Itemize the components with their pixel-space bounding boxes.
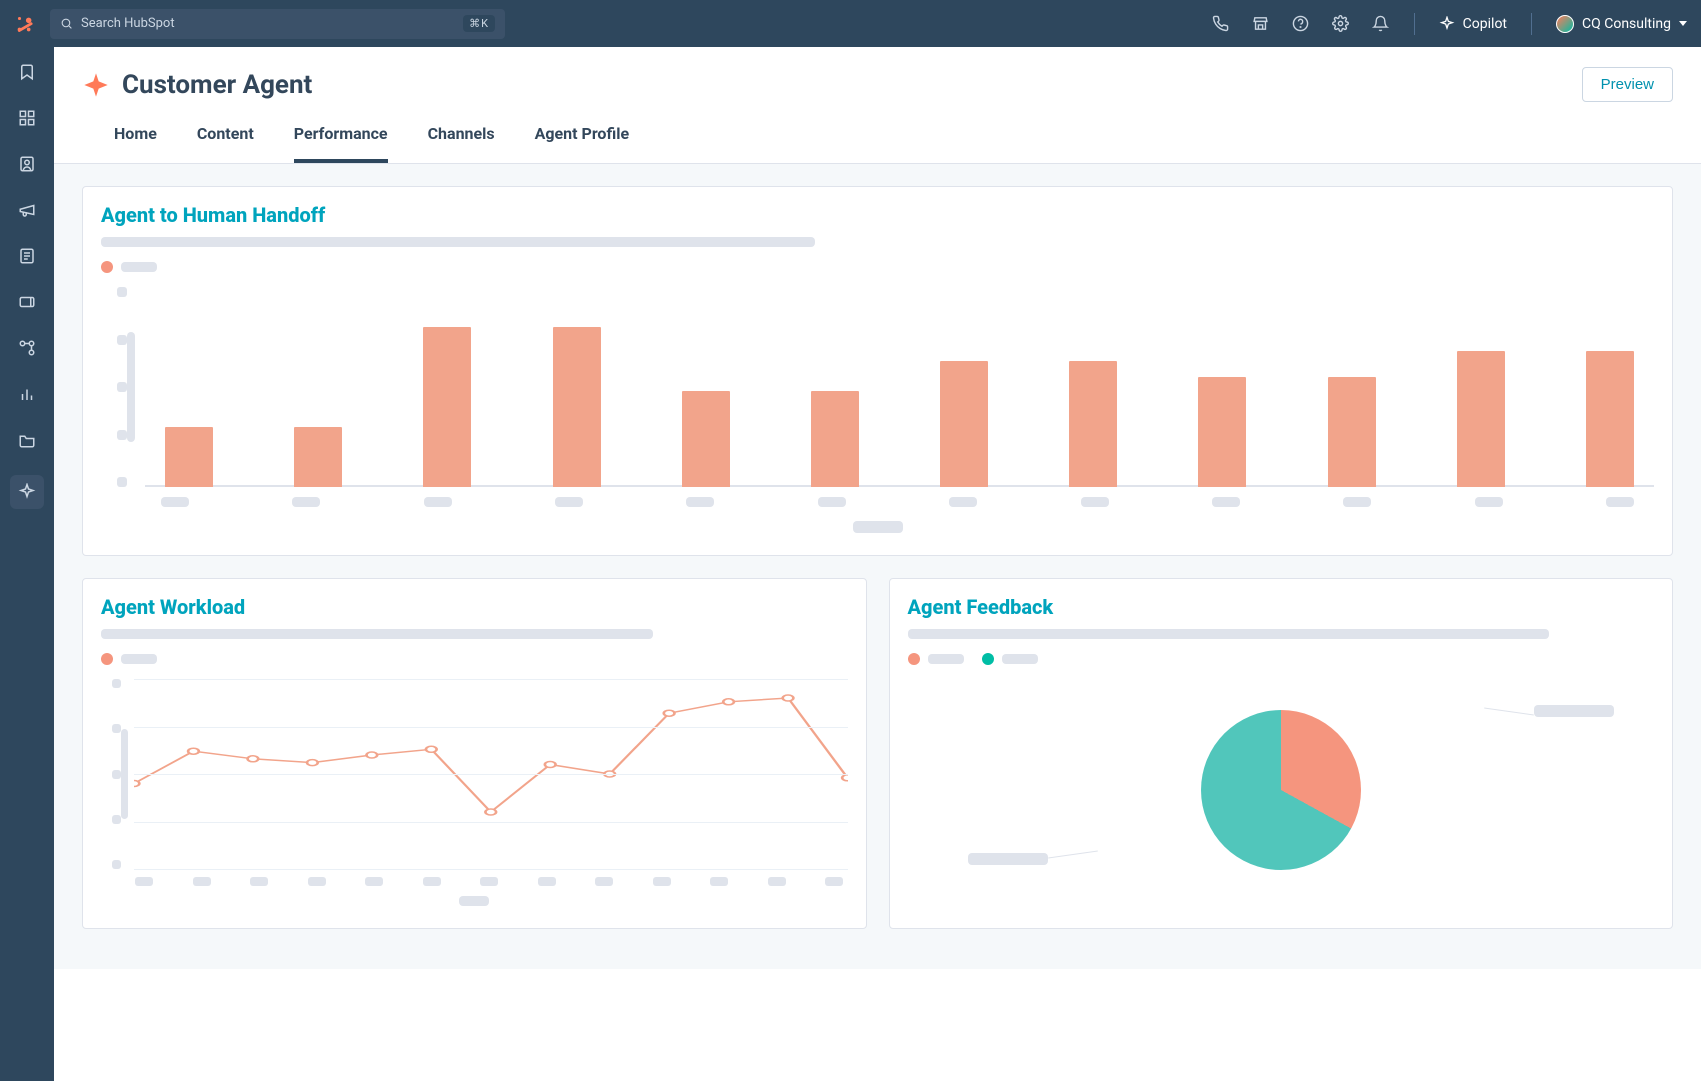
- skeleton-line: [101, 237, 815, 247]
- reports-icon[interactable]: [16, 383, 38, 405]
- bar: [553, 327, 601, 487]
- top-nav: Search HubSpot ⌘K Copilot CQ Consulting: [0, 0, 1701, 47]
- workflow-icon[interactable]: [16, 337, 38, 359]
- pie-chart: [1201, 710, 1361, 870]
- handoff-legend: [101, 261, 1654, 273]
- skeleton-chip: [121, 654, 157, 664]
- x-axis-label: [853, 521, 903, 533]
- page-title: Customer Agent: [122, 70, 312, 100]
- phone-icon[interactable]: [1212, 15, 1230, 33]
- legend-dot: [908, 653, 920, 665]
- hubspot-logo-icon: [14, 13, 36, 35]
- avatar: [1556, 15, 1574, 33]
- callout-label: [1534, 705, 1614, 717]
- workload-chart: [101, 679, 848, 869]
- y-axis-ticks: [101, 287, 127, 487]
- search-input[interactable]: Search HubSpot ⌘K: [50, 9, 505, 39]
- tab-content[interactable]: Content: [197, 124, 254, 163]
- legend-dot: [101, 653, 113, 665]
- store-icon[interactable]: [1252, 15, 1270, 33]
- workload-card: Agent Workload: [82, 578, 867, 929]
- divider: [1531, 13, 1532, 35]
- grid-icon[interactable]: [16, 107, 38, 129]
- bar: [165, 427, 213, 487]
- handoff-card: Agent to Human Handoff: [82, 186, 1673, 556]
- help-icon[interactable]: [1292, 15, 1310, 33]
- sparkle-icon[interactable]: [10, 475, 44, 509]
- tab-home[interactable]: Home: [114, 124, 157, 163]
- legend-dot: [982, 653, 994, 665]
- copilot-button[interactable]: Copilot: [1439, 16, 1507, 32]
- bar: [1457, 351, 1505, 487]
- megaphone-icon[interactable]: [16, 199, 38, 221]
- account-menu[interactable]: CQ Consulting: [1556, 15, 1687, 33]
- y-axis-scroll: [127, 332, 135, 442]
- page-header: Customer Agent Preview Home Content Perfor…: [54, 47, 1701, 164]
- feedback-title: Agent Feedback: [908, 595, 1655, 619]
- ticket-icon[interactable]: [16, 291, 38, 313]
- y-axis-ticks: [101, 679, 121, 869]
- feedback-card: Agent Feedback: [889, 578, 1674, 929]
- search-icon: [60, 17, 73, 30]
- callout-label: [968, 853, 1048, 865]
- x-axis-ticks: [131, 877, 848, 886]
- main-content: Customer Agent Preview Home Content Perfor…: [54, 47, 1701, 1081]
- chevron-down-icon: [1679, 21, 1687, 26]
- handoff-title: Agent to Human Handoff: [101, 203, 1654, 227]
- search-placeholder: Search HubSpot: [81, 16, 175, 31]
- tab-channels[interactable]: Channels: [428, 124, 495, 163]
- skeleton-chip: [1002, 654, 1038, 664]
- feedback-chart: [908, 675, 1655, 905]
- skeleton-line: [101, 629, 653, 639]
- tabs: Home Content Performance Channels Agent Prof…: [82, 124, 1673, 163]
- x-axis-ticks: [141, 497, 1654, 507]
- feedback-legend: [908, 653, 1655, 665]
- folder-icon[interactable]: [16, 429, 38, 451]
- tab-performance[interactable]: Performance: [294, 124, 388, 163]
- notes-icon[interactable]: [16, 245, 38, 267]
- workload-legend: [101, 653, 848, 665]
- bell-icon[interactable]: [1372, 15, 1390, 33]
- account-name: CQ Consulting: [1582, 16, 1671, 32]
- top-icons: [1212, 15, 1390, 33]
- skeleton-chip: [928, 654, 964, 664]
- search-shortcut: ⌘K: [463, 15, 495, 32]
- preview-button[interactable]: Preview: [1582, 67, 1673, 102]
- bar: [1198, 377, 1246, 487]
- bar: [1586, 351, 1634, 487]
- bookmark-icon[interactable]: [16, 61, 38, 83]
- handoff-chart: [101, 287, 1654, 487]
- bar: [682, 391, 730, 487]
- bar: [1328, 377, 1376, 487]
- skeleton-chip: [121, 262, 157, 272]
- customer-agent-icon: [82, 71, 110, 99]
- contact-icon[interactable]: [16, 153, 38, 175]
- bar: [294, 427, 342, 487]
- sidebar: [0, 47, 54, 1081]
- divider: [1414, 13, 1415, 35]
- workload-title: Agent Workload: [101, 595, 848, 619]
- y-axis-scroll: [121, 729, 128, 819]
- bar: [1069, 361, 1117, 487]
- bar: [423, 327, 471, 487]
- legend-dot: [101, 261, 113, 273]
- bar: [811, 391, 859, 487]
- copilot-label: Copilot: [1463, 16, 1507, 32]
- bar: [940, 361, 988, 487]
- skeleton-line: [908, 629, 1550, 639]
- x-axis-label: [459, 896, 489, 906]
- gear-icon[interactable]: [1332, 15, 1350, 33]
- tab-agent-profile[interactable]: Agent Profile: [535, 124, 630, 163]
- sparkle-icon: [1439, 16, 1455, 32]
